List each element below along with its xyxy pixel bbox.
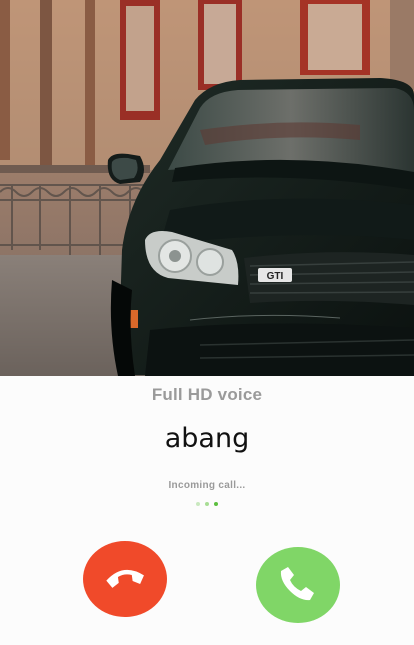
accept-call-button[interactable]	[256, 547, 340, 623]
decline-call-button[interactable]	[83, 541, 167, 617]
phone-hangup-icon	[101, 562, 149, 597]
incoming-call-screen: GTI Full HD voice abang Incoming call...	[0, 0, 414, 645]
ringing-indicator	[0, 502, 414, 506]
ringing-dot	[205, 502, 209, 506]
call-status-text: Incoming call...	[168, 480, 246, 491]
caller-photo: GTI	[0, 0, 414, 376]
ringing-dot	[196, 502, 200, 506]
ringing-dot	[214, 502, 218, 506]
gti-badge-text: GTI	[267, 271, 284, 282]
caller-name: abang	[164, 423, 250, 454]
phone-icon	[276, 561, 320, 610]
voice-quality-label: Full HD voice	[151, 385, 263, 404]
